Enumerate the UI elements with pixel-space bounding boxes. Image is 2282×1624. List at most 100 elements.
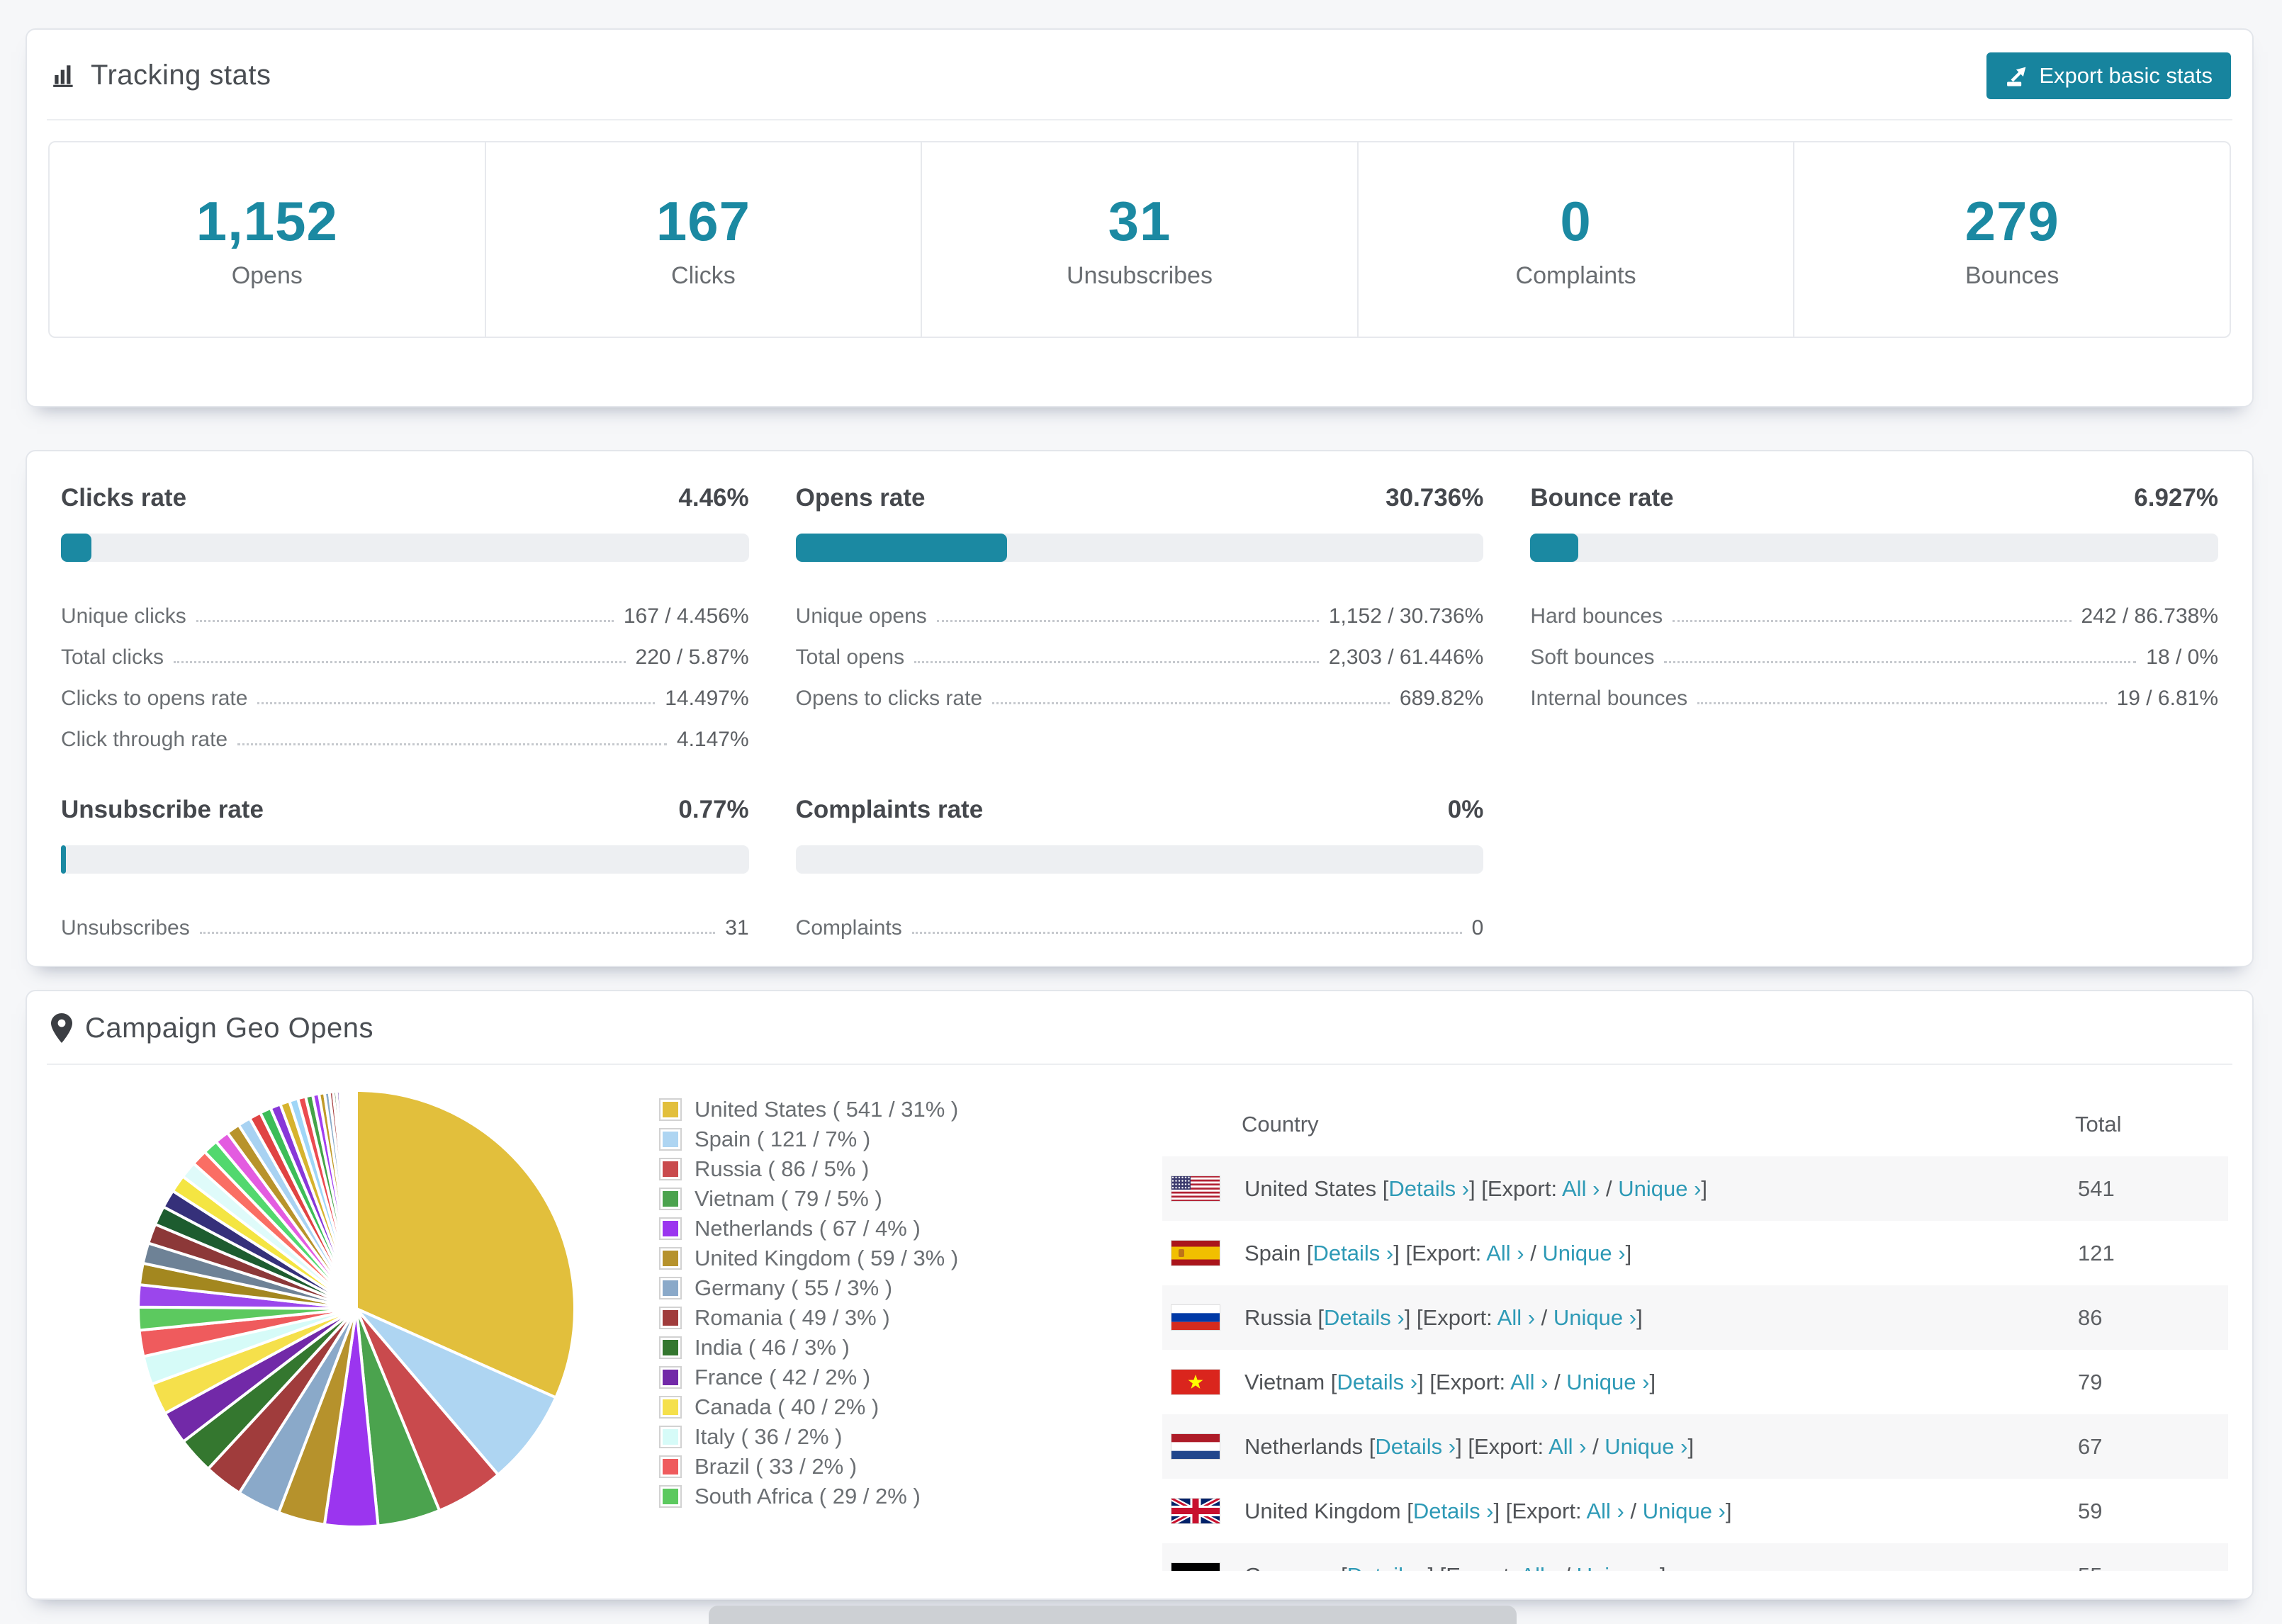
geo-table-header-row: Country Total bbox=[1162, 1093, 2228, 1156]
rate-title: Complaints rate bbox=[795, 796, 984, 823]
export-all-link[interactable]: All › bbox=[1562, 1176, 1600, 1201]
export-unique-link[interactable]: Unique › bbox=[1577, 1563, 1660, 1572]
details-link[interactable]: Details › bbox=[1347, 1563, 1428, 1572]
rate-progress-track bbox=[795, 845, 1484, 874]
bracket-text: ] [Export: bbox=[1493, 1498, 1587, 1523]
export-all-link[interactable]: All › bbox=[1486, 1241, 1524, 1265]
flag-vn-icon bbox=[1171, 1369, 1220, 1395]
country-cell: Russia [Details ›] [Export: All › / Uniq… bbox=[1244, 1305, 1643, 1331]
geo-table-row: Vietnam [Details ›] [Export: All › / Uni… bbox=[1162, 1350, 2228, 1414]
details-link[interactable]: Details › bbox=[1324, 1305, 1405, 1330]
column-header-country: Country bbox=[1242, 1112, 1319, 1137]
details-link[interactable]: Details › bbox=[1375, 1434, 1456, 1459]
legend-swatch bbox=[659, 1426, 682, 1448]
rate-section-complaints-rate: Complaints rate 0% Complaints 0 bbox=[795, 796, 1484, 940]
legend-swatch bbox=[659, 1307, 682, 1329]
export-basic-stats-button[interactable]: Export basic stats bbox=[1986, 52, 2231, 99]
bracket-text: ] [Export: bbox=[1393, 1240, 1487, 1265]
details-link[interactable]: Details › bbox=[1337, 1370, 1417, 1394]
export-unique-link[interactable]: Unique › bbox=[1618, 1176, 1701, 1201]
rate-title-row: Opens rate 30.736% bbox=[796, 484, 1484, 512]
export-all-link[interactable]: All › bbox=[1497, 1305, 1535, 1330]
export-unique-link[interactable]: Unique › bbox=[1553, 1305, 1636, 1330]
details-link[interactable]: Details › bbox=[1413, 1499, 1494, 1523]
total-value: 55 bbox=[2078, 1563, 2102, 1572]
rate-row: Total opens 2,303 / 61.446% bbox=[796, 628, 1484, 670]
legend-item-united-kingdom: United Kingdom ( 59 / 3% ) bbox=[659, 1244, 959, 1273]
country-name: Spain bbox=[1244, 1240, 1307, 1265]
legend-item-france: France ( 42 / 2% ) bbox=[659, 1363, 958, 1392]
rate-progress-fill bbox=[795, 534, 1007, 562]
country-cell: Netherlands [Details ›] [Export: All › /… bbox=[1244, 1434, 1694, 1460]
country-cell: Germany [Details ›] [Export: All › / Uni… bbox=[1244, 1563, 1665, 1572]
rate-section-unsubscribe-rate: Unsubscribe rate 0.77% Unsubscribes 31 bbox=[61, 796, 749, 940]
map-pin-icon bbox=[51, 1013, 72, 1043]
legend-swatch bbox=[659, 1336, 682, 1359]
rate-section-opens-rate: Opens rate 30.736% Unique opens 1,152 / 30.… bbox=[795, 484, 1484, 752]
slash-text: / bbox=[1535, 1304, 1553, 1330]
bracket-text: ] [Export: bbox=[1417, 1369, 1511, 1394]
rate-row: Unique opens 1,152 / 30.736% bbox=[796, 587, 1484, 628]
export-all-link[interactable]: All › bbox=[1520, 1563, 1558, 1572]
export-unique-link[interactable]: Unique › bbox=[1604, 1434, 1687, 1459]
rate-title: Unsubscribe rate bbox=[61, 796, 264, 823]
rate-row: Opens to clicks rate 689.82% bbox=[796, 670, 1484, 711]
legend-label: Italy ( 36 / 2% ) bbox=[695, 1424, 843, 1449]
rate-title-row: Unsubscribe rate 0.77% bbox=[61, 796, 749, 824]
legend-swatch bbox=[659, 1277, 682, 1299]
rate-row-value: 19 / 6.81% bbox=[2116, 687, 2218, 710]
export-all-link[interactable]: All › bbox=[1586, 1499, 1624, 1523]
flag-ru-icon bbox=[1171, 1304, 1220, 1331]
flag-gb-icon bbox=[1171, 1498, 1220, 1524]
export-unique-link[interactable]: Unique › bbox=[1566, 1370, 1649, 1394]
geo-table-body: United States [Details ›] [Export: All ›… bbox=[1162, 1156, 2228, 1571]
legend-label: Spain ( 121 / 7% ) bbox=[695, 1127, 871, 1151]
rate-row: Clicks to opens rate 14.497% bbox=[61, 670, 749, 711]
country-cell: Spain [Details ›] [Export: All › / Uniqu… bbox=[1244, 1241, 1631, 1266]
summary-stat-opens: 1,152 Opens bbox=[50, 142, 485, 337]
export-unique-link[interactable]: Unique › bbox=[1542, 1241, 1625, 1265]
rate-row: Hard bounces 242 / 86.738% bbox=[1530, 587, 2218, 628]
geo-opens-pie-chart[interactable] bbox=[130, 1082, 583, 1535]
country-name: Netherlands bbox=[1244, 1433, 1369, 1459]
export-unique-link[interactable]: Unique › bbox=[1643, 1499, 1726, 1523]
legend-label: South Africa ( 29 / 2% ) bbox=[695, 1484, 921, 1509]
dotted-leader bbox=[992, 702, 1390, 704]
rate-rows: Hard bounces 242 / 86.738% Soft bounces 18 … bbox=[1530, 587, 2218, 711]
rate-row-label: Complaints bbox=[795, 916, 902, 940]
rate-progress-fill bbox=[1530, 534, 1578, 562]
export-button-label: Export basic stats bbox=[2039, 63, 2213, 88]
geo-table-row: Russia [Details ›] [Export: All › / Uniq… bbox=[1162, 1285, 2228, 1350]
rate-row-label: Unsubscribes bbox=[61, 916, 190, 940]
legend-item-vietnam: Vietnam ( 79 / 5% ) bbox=[659, 1184, 958, 1214]
rate-title: Opens rate bbox=[795, 484, 926, 512]
dotted-leader bbox=[237, 743, 667, 745]
country-name: United Kingdom bbox=[1244, 1498, 1407, 1523]
legend-label: Russia ( 86 / 5% ) bbox=[695, 1156, 870, 1181]
rate-section-bounce-rate: Bounce rate 6.927% Hard bounces 242 / 86.73… bbox=[1530, 484, 2218, 752]
export-icon bbox=[2005, 64, 2029, 88]
legend-label: United Kingdom ( 59 / 3% ) bbox=[695, 1246, 959, 1270]
legend-swatch bbox=[659, 1455, 682, 1478]
legend-label: Romania ( 49 / 3% ) bbox=[695, 1305, 890, 1330]
rate-rows: Unique opens 1,152 / 30.736% Total opens 2,… bbox=[796, 587, 1484, 711]
legend-item-germany: Germany ( 55 / 3% ) bbox=[659, 1273, 958, 1303]
rate-row-value: 14.497% bbox=[665, 687, 749, 710]
rate-progress-fill bbox=[61, 534, 92, 562]
export-all-link[interactable]: All › bbox=[1510, 1370, 1548, 1394]
bracket-text: ] bbox=[1649, 1369, 1656, 1394]
stat-label: Bounces bbox=[1965, 262, 2059, 289]
tracking-stats-title: Tracking stats bbox=[91, 59, 271, 91]
details-link[interactable]: Details › bbox=[1388, 1176, 1469, 1201]
rate-rows: Unique clicks 167 / 4.456% Total clicks 220… bbox=[61, 587, 749, 752]
legend-item-italy: Italy ( 36 / 2% ) bbox=[659, 1422, 958, 1452]
horizontal-scrollbar-thumb[interactable] bbox=[709, 1606, 1517, 1624]
rate-title-row: Clicks rate 4.46% bbox=[61, 484, 749, 512]
export-all-link[interactable]: All › bbox=[1548, 1434, 1586, 1459]
column-header-total: Total bbox=[2075, 1112, 2122, 1137]
rate-row: Complaints 0 bbox=[796, 899, 1484, 940]
bracket-text: ] bbox=[1701, 1175, 1708, 1201]
rate-value: 30.736% bbox=[1386, 484, 1484, 512]
stat-label: Clicks bbox=[671, 262, 736, 289]
details-link[interactable]: Details › bbox=[1313, 1241, 1394, 1265]
